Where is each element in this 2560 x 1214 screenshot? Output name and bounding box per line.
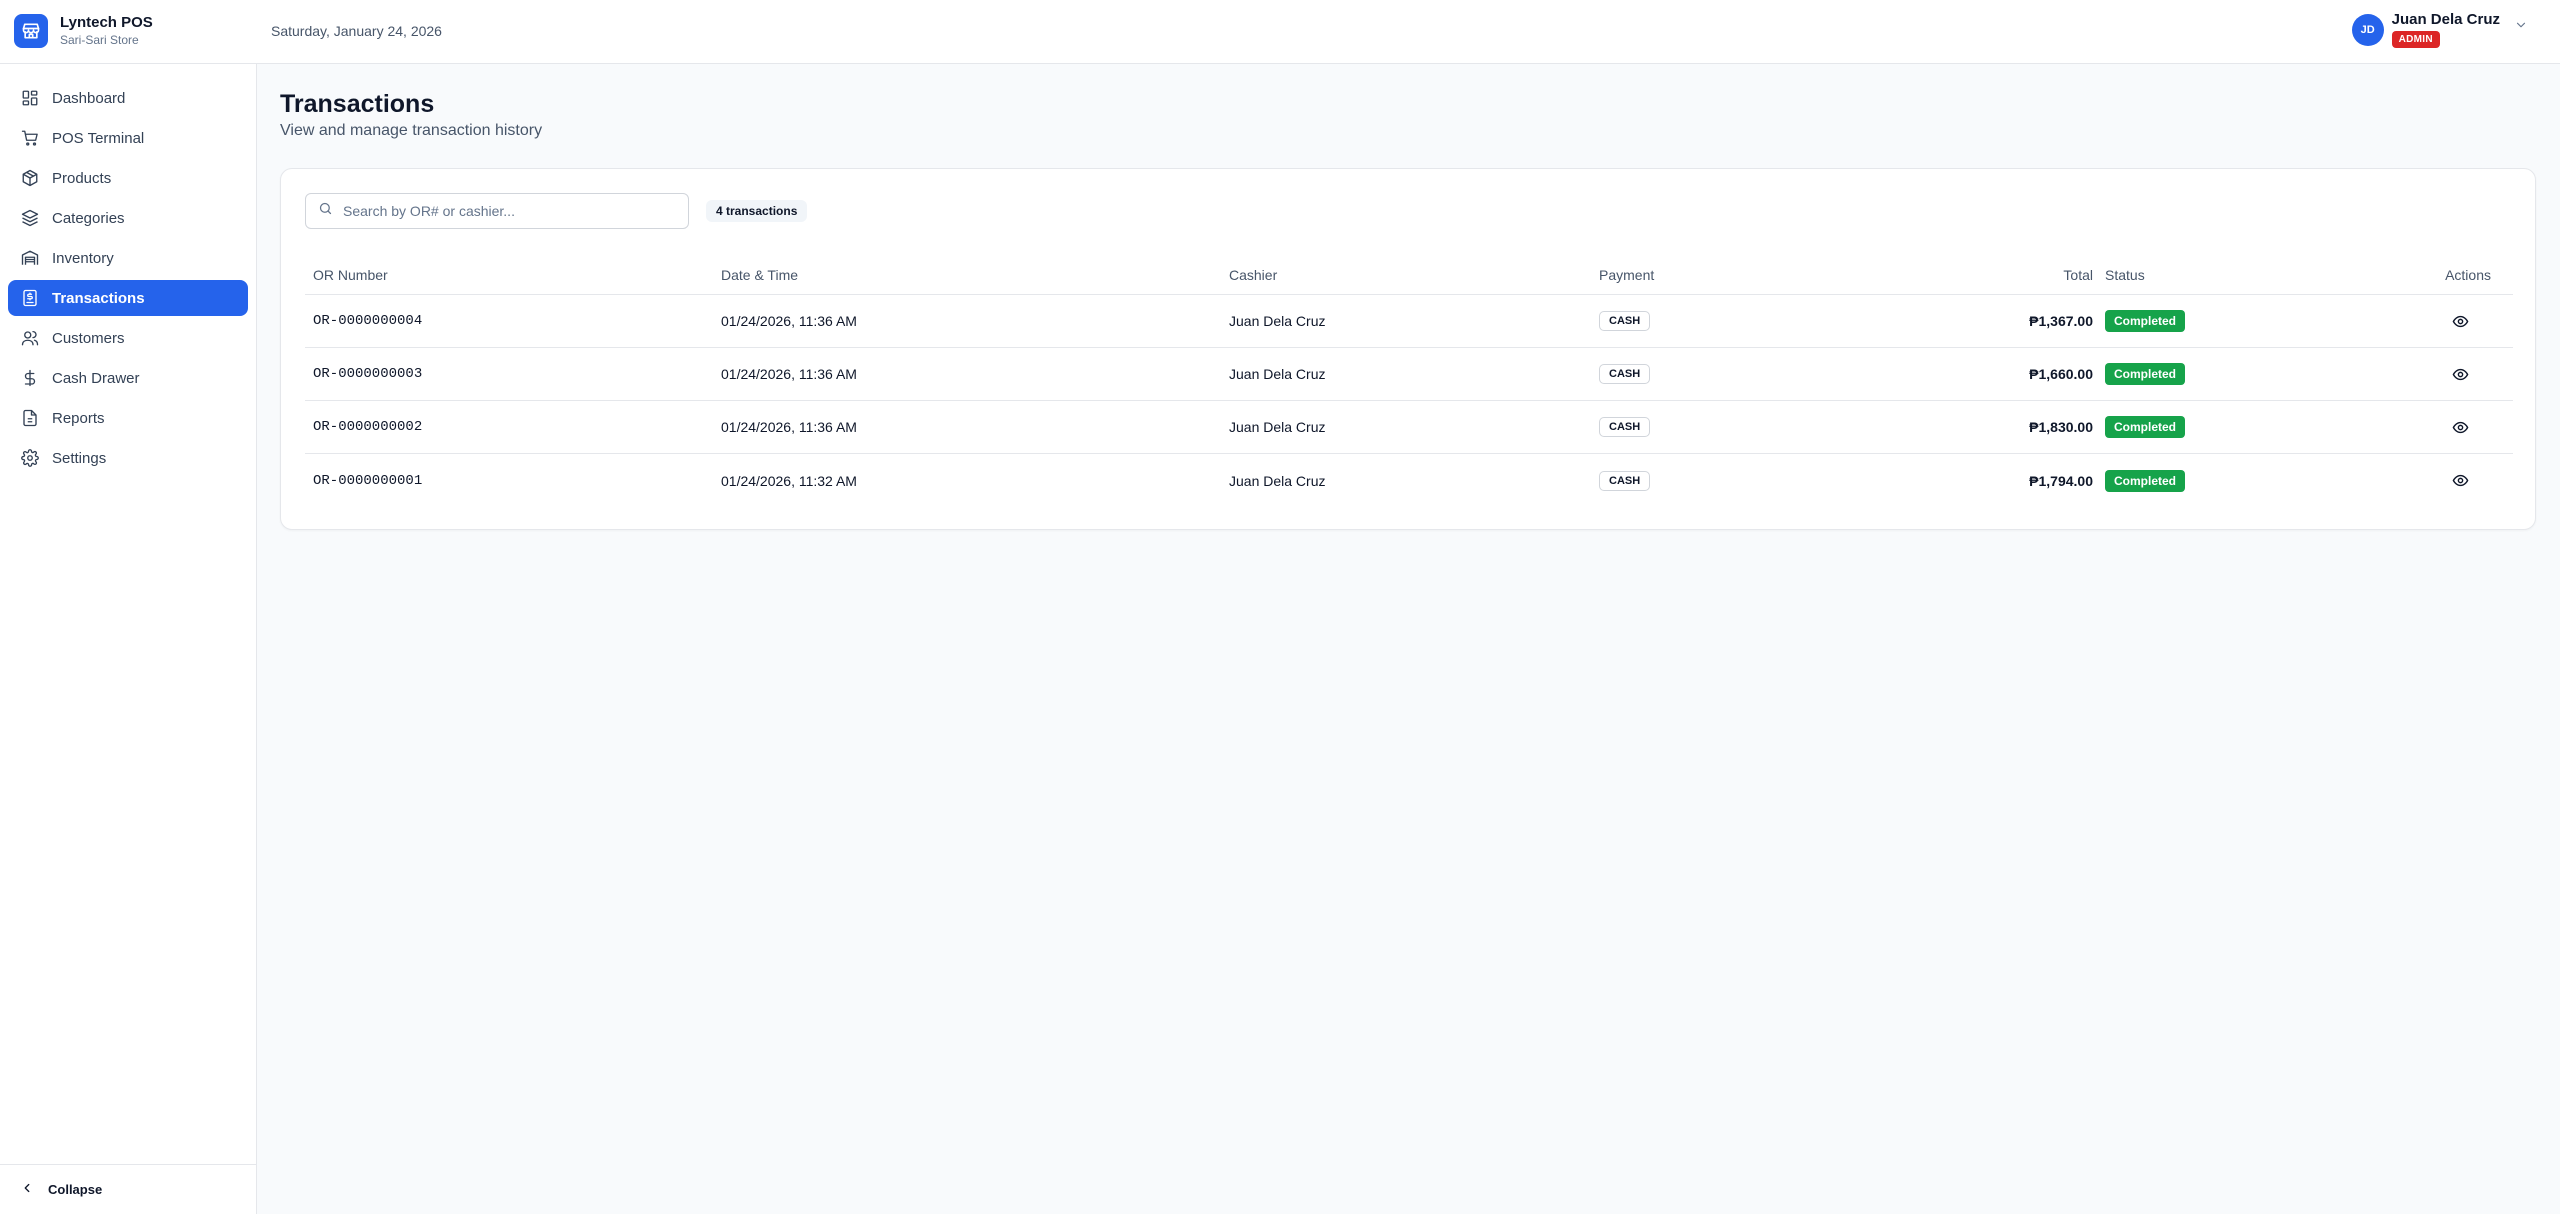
receipt-icon <box>20 288 40 308</box>
sidebar-item-inventory[interactable]: Inventory <box>8 240 248 276</box>
payment-badge: CASH <box>1599 311 1651 331</box>
transaction-count-badge: 4 transactions <box>706 200 808 222</box>
payment-badge: CASH <box>1599 417 1651 437</box>
warehouse-icon <box>20 248 40 268</box>
chevron-down-icon[interactable] <box>2514 18 2528 37</box>
table-row[interactable]: OR-0000000004 01/24/2026, 11:36 AM Juan … <box>305 295 2513 348</box>
user-name: Juan Dela Cruz <box>2391 11 2500 28</box>
sidebar-item-products[interactable]: Products <box>8 160 248 196</box>
collapse-button[interactable]: Collapse <box>0 1164 256 1214</box>
layers-icon <box>20 208 40 228</box>
dollar-icon <box>20 368 40 388</box>
total-amount: ₱1,367.00 <box>2029 313 2093 329</box>
sidebar-item-pos-terminal[interactable]: POS Terminal <box>8 120 248 156</box>
transactions-table: OR Number Date & Time Cashier Payment To… <box>305 255 2513 507</box>
status-badge: Completed <box>2105 469 2186 492</box>
or-number: OR-0000000001 <box>313 472 423 489</box>
total-amount: ₱1,830.00 <box>2029 419 2093 435</box>
sidebar-item-label: Inventory <box>52 249 114 267</box>
search-input[interactable] <box>343 203 673 219</box>
role-badge: ADMIN <box>2391 31 2440 48</box>
sidebar-item-label: POS Terminal <box>52 129 145 147</box>
column-header-actions: Actions <box>2445 266 2491 283</box>
view-details-icon[interactable] <box>2452 313 2469 330</box>
column-header-date[interactable]: Date & Time <box>721 255 798 294</box>
sidebar-item-transactions[interactable]: Transactions <box>8 280 248 316</box>
search-box[interactable] <box>305 193 689 229</box>
cashier-name: Juan Dela Cruz <box>1229 313 1326 329</box>
users-icon <box>20 328 40 348</box>
sidebar-item-label: Cash Drawer <box>52 369 140 387</box>
column-header-total[interactable]: Total <box>2063 255 2093 294</box>
gear-icon <box>20 448 40 468</box>
cashier-name: Juan Dela Cruz <box>1229 366 1326 382</box>
date-time: 01/24/2026, 11:36 AM <box>721 419 857 435</box>
date-time: 01/24/2026, 11:36 AM <box>721 366 857 382</box>
or-number: OR-0000000002 <box>313 419 423 435</box>
store-name: Sari-Sari Store <box>60 33 139 48</box>
view-details-icon[interactable] <box>2452 472 2469 489</box>
sidebar-nav: Dashboard POS Terminal Products Categori… <box>8 80 248 480</box>
table-header: OR Number Date & Time Cashier Payment To… <box>305 255 2513 295</box>
column-header-or-number[interactable]: OR Number <box>313 255 388 294</box>
sidebar-item-label: Transactions <box>52 289 145 307</box>
status-badge: Completed <box>2105 310 2186 332</box>
sidebar-item-label: Dashboard <box>52 89 126 107</box>
page-subtitle: View and manage transaction history <box>280 122 543 139</box>
view-details-icon[interactable] <box>2452 366 2469 383</box>
store-icon <box>14 14 48 48</box>
column-header-cashier[interactable]: Cashier <box>1229 255 1277 294</box>
sidebar-item-label: Categories <box>52 209 125 227</box>
status-badge: Completed <box>2105 363 2186 385</box>
date-time: 01/24/2026, 11:36 AM <box>721 313 857 329</box>
brand: Lyntech POS Sari-Sari Store <box>14 14 153 48</box>
sidebar-item-reports[interactable]: Reports <box>8 400 248 436</box>
transactions-card: 4 transactions OR Number Date & Time Cas… <box>280 168 2536 530</box>
table-row[interactable]: OR-0000000003 01/24/2026, 11:36 AM Juan … <box>305 348 2513 401</box>
sidebar: Dashboard POS Terminal Products Categori… <box>0 64 257 1214</box>
table-row[interactable]: OR-0000000002 01/24/2026, 11:36 AM Juan … <box>305 401 2513 454</box>
chevron-left-icon <box>20 1181 34 1198</box>
dashboard-icon <box>20 88 40 108</box>
sidebar-item-label: Customers <box>52 329 125 347</box>
sidebar-item-cash-drawer[interactable]: Cash Drawer <box>8 360 248 396</box>
report-icon <box>20 408 40 428</box>
app-name: Lyntech POS <box>60 14 153 32</box>
current-date: Saturday, January 24, 2026 <box>271 23 442 39</box>
sidebar-item-dashboard[interactable]: Dashboard <box>8 80 248 116</box>
view-details-icon[interactable] <box>2452 419 2469 436</box>
status-badge: Completed <box>2105 416 2186 438</box>
sidebar-item-label: Products <box>52 169 112 187</box>
total-amount: ₱1,660.00 <box>2029 366 2093 382</box>
sidebar-item-customers[interactable]: Customers <box>8 320 248 356</box>
payment-badge: CASH <box>1599 364 1651 384</box>
top-header: Lyntech POS Sari-Sari Store Saturday, Ja… <box>0 0 2560 64</box>
sidebar-item-categories[interactable]: Categories <box>8 200 248 236</box>
avatar[interactable]: JD <box>2351 13 2384 46</box>
cashier-name: Juan Dela Cruz <box>1229 472 1326 489</box>
collapse-label: Collapse <box>48 1182 103 1197</box>
date-time: 01/24/2026, 11:32 AM <box>721 472 857 489</box>
sidebar-item-settings[interactable]: Settings <box>8 440 248 476</box>
sidebar-item-label: Reports <box>52 409 105 427</box>
cart-icon <box>20 128 40 148</box>
total-amount: ₱1,794.00 <box>2029 472 2093 489</box>
page-title: Transactions <box>280 90 435 118</box>
cashier-name: Juan Dela Cruz <box>1229 419 1326 435</box>
column-header-payment[interactable]: Payment <box>1599 255 1654 294</box>
package-icon <box>20 168 40 188</box>
or-number: OR-0000000003 <box>313 366 423 382</box>
or-number: OR-0000000004 <box>313 313 423 329</box>
sidebar-item-label: Settings <box>52 449 107 467</box>
table-row[interactable]: OR-0000000001 01/24/2026, 11:32 AM Juan … <box>305 454 2513 507</box>
column-header-status[interactable]: Status <box>2105 255 2145 294</box>
payment-badge: CASH <box>1599 470 1651 491</box>
search-icon <box>318 201 333 221</box>
user-menu[interactable]: JD Juan Dela Cruz ADMIN <box>2351 11 2528 48</box>
